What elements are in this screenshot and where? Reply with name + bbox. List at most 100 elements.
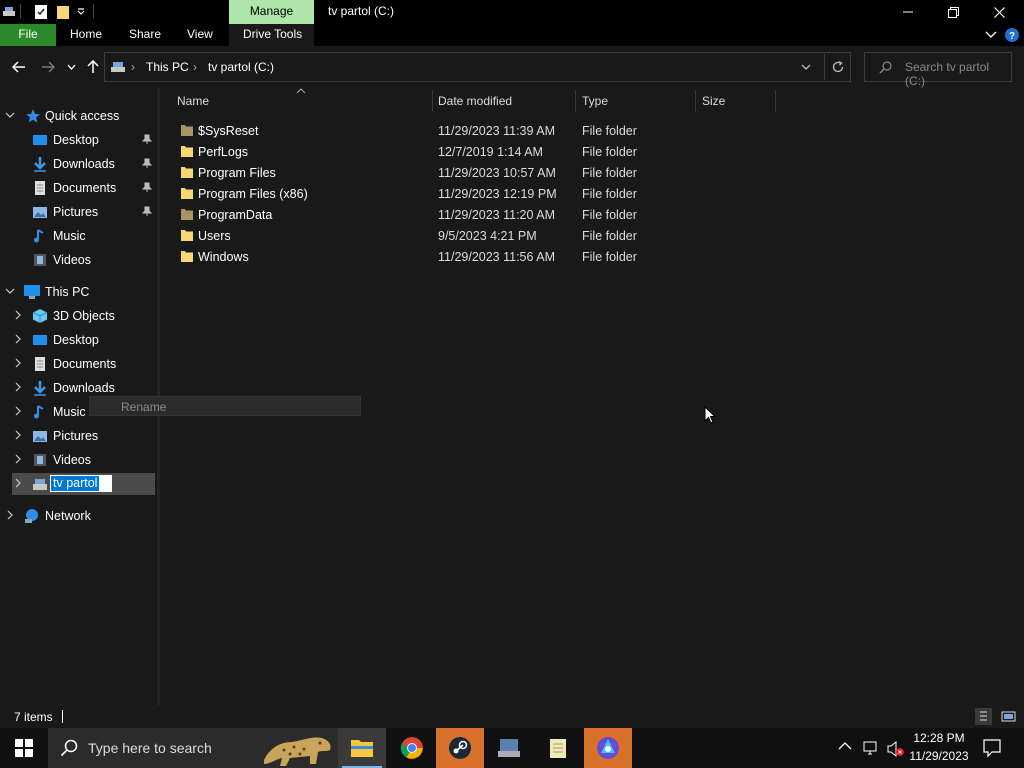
- nav-pc-3d-objects[interactable]: 3D Objects: [0, 305, 157, 327]
- taskbar-notepad[interactable]: [534, 728, 582, 768]
- notification-icon[interactable]: [982, 738, 1002, 758]
- volume-muted-icon[interactable]: [886, 740, 906, 758]
- address-bar[interactable]: › This PC › tv partol (C:): [104, 52, 851, 82]
- pin-icon[interactable]: [142, 158, 152, 169]
- chevron-right-icon[interactable]: [14, 382, 22, 392]
- file-date: 11/29/2023 12:19 PM: [438, 187, 557, 201]
- restore-button[interactable]: [930, 0, 976, 24]
- minimize-button[interactable]: [885, 0, 931, 24]
- nav-qa-downloads[interactable]: Downloads: [0, 153, 157, 175]
- nav-label: Desktop: [53, 333, 99, 347]
- network-status-icon[interactable]: [862, 740, 880, 756]
- breadcrumb-separator-icon[interactable]: ›: [131, 60, 135, 74]
- desktop-icon: [32, 332, 48, 348]
- chevron-down-icon[interactable]: [5, 110, 15, 120]
- nav-qa-music[interactable]: Music: [0, 225, 157, 247]
- table-row[interactable]: Program Files (x86) 11/29/2023 12:19 PM …: [176, 183, 776, 204]
- nav-this-pc[interactable]: This PC: [0, 281, 157, 303]
- title-bar: Manage tv partol (C:): [0, 0, 1024, 24]
- chevron-right-icon[interactable]: [14, 406, 22, 416]
- column-header-size[interactable]: Size: [702, 94, 725, 108]
- breadcrumb-separator-icon[interactable]: ›: [193, 60, 197, 74]
- tab-view[interactable]: View: [187, 24, 213, 46]
- column-header-name[interactable]: Name: [177, 94, 209, 108]
- tab-file[interactable]: File: [0, 24, 56, 46]
- nav-pc-videos[interactable]: Videos: [0, 449, 157, 471]
- tab-drive-tools[interactable]: Drive Tools: [243, 24, 302, 46]
- qat-dropdown-icon[interactable]: [76, 6, 86, 16]
- table-row[interactable]: Program Files 11/29/2023 10:57 AM File f…: [176, 162, 776, 183]
- breadcrumb-drive[interactable]: tv partol (C:): [208, 60, 274, 74]
- taskbar-file-explorer[interactable]: [338, 728, 386, 768]
- close-button[interactable]: [976, 0, 1022, 24]
- item-count: 7 items: [14, 710, 53, 724]
- nav-network[interactable]: Network: [0, 505, 157, 527]
- properties-icon[interactable]: [34, 4, 48, 20]
- pin-icon[interactable]: [142, 134, 152, 145]
- table-row[interactable]: PerfLogs 12/7/2019 1:14 AM File folder: [176, 141, 776, 162]
- svg-text:?: ?: [1009, 31, 1015, 42]
- pin-icon[interactable]: [142, 182, 152, 193]
- taskbar-network-app[interactable]: [485, 728, 533, 768]
- chevron-right-icon[interactable]: [14, 430, 22, 440]
- table-row[interactable]: ProgramData 11/29/2023 11:20 AM File fol…: [176, 204, 776, 225]
- taskbar-chrome[interactable]: [388, 728, 436, 768]
- refresh-icon[interactable]: [831, 60, 845, 74]
- pictures-icon: [32, 204, 48, 220]
- breadcrumb-this-pc[interactable]: This PC: [146, 60, 189, 74]
- chevron-right-icon[interactable]: [14, 478, 22, 488]
- nav-pc-documents[interactable]: Documents: [0, 353, 157, 375]
- nav-pc-desktop[interactable]: Desktop: [0, 329, 157, 351]
- back-button[interactable]: [8, 56, 30, 78]
- chevron-right-icon[interactable]: [6, 510, 14, 520]
- nav-pc-drive-selected[interactable]: tv partol: [12, 473, 155, 495]
- clock-date[interactable]: 11/29/2023: [906, 749, 972, 763]
- taskbar: Type here to search 12:28 PM 11/29/2023: [0, 728, 1024, 768]
- tab-home[interactable]: Home: [70, 24, 102, 46]
- nav-quick-access[interactable]: Quick access: [0, 105, 157, 127]
- taskbar-steam[interactable]: [436, 728, 484, 768]
- recent-locations-icon[interactable]: [62, 56, 80, 78]
- file-date: 11/29/2023 11:56 AM: [438, 250, 555, 264]
- address-dropdown-icon[interactable]: [801, 64, 811, 70]
- tab-share[interactable]: Share: [129, 24, 161, 46]
- new-folder-icon[interactable]: [56, 4, 70, 20]
- windows-logo-icon: [15, 739, 33, 757]
- column-separator[interactable]: [695, 90, 696, 112]
- forward-button[interactable]: [37, 56, 59, 78]
- file-date: 9/5/2023 4:21 PM: [438, 229, 537, 243]
- column-separator[interactable]: [775, 90, 776, 112]
- chevron-right-icon[interactable]: [14, 334, 22, 344]
- column-separator[interactable]: [432, 90, 433, 112]
- chevron-right-icon[interactable]: [14, 310, 22, 320]
- nav-pc-pictures[interactable]: Pictures: [0, 425, 157, 447]
- large-icons-view-icon[interactable]: [1000, 708, 1017, 725]
- table-row[interactable]: Windows 11/29/2023 11:56 AM File folder: [176, 246, 776, 267]
- chevron-right-icon[interactable]: [14, 454, 22, 464]
- show-hidden-icons-icon[interactable]: [838, 741, 852, 751]
- taskbar-search-box[interactable]: Type here to search: [48, 728, 338, 768]
- table-row[interactable]: $SysReset 11/29/2023 11:39 AM File folde…: [176, 120, 776, 141]
- file-type: File folder: [582, 166, 637, 180]
- column-header-date[interactable]: Date modified: [438, 94, 512, 108]
- start-button[interactable]: [0, 728, 48, 768]
- folder-icon: [180, 207, 194, 221]
- manage-contextual-tab[interactable]: Manage: [229, 0, 314, 24]
- clock-time[interactable]: 12:28 PM: [906, 731, 972, 745]
- nav-qa-desktop[interactable]: Desktop: [0, 129, 157, 151]
- column-header-type[interactable]: Type: [582, 94, 608, 108]
- table-row[interactable]: Users 9/5/2023 4:21 PM File folder: [176, 225, 776, 246]
- cube-icon: [32, 308, 48, 324]
- rename-input[interactable]: tv partol: [50, 475, 112, 492]
- nav-qa-videos[interactable]: Videos: [0, 249, 157, 271]
- details-view-icon[interactable]: [975, 708, 992, 725]
- taskbar-app-orange[interactable]: [584, 728, 632, 768]
- column-separator[interactable]: [575, 90, 576, 112]
- pin-icon[interactable]: [142, 206, 152, 217]
- search-box[interactable]: Search tv partol (C:): [864, 52, 1012, 88]
- chevron-down-icon[interactable]: [5, 286, 15, 296]
- nav-qa-documents[interactable]: Documents: [0, 177, 157, 199]
- nav-qa-pictures[interactable]: Pictures: [0, 201, 157, 223]
- chevron-right-icon[interactable]: [14, 358, 22, 368]
- up-button[interactable]: [82, 56, 104, 78]
